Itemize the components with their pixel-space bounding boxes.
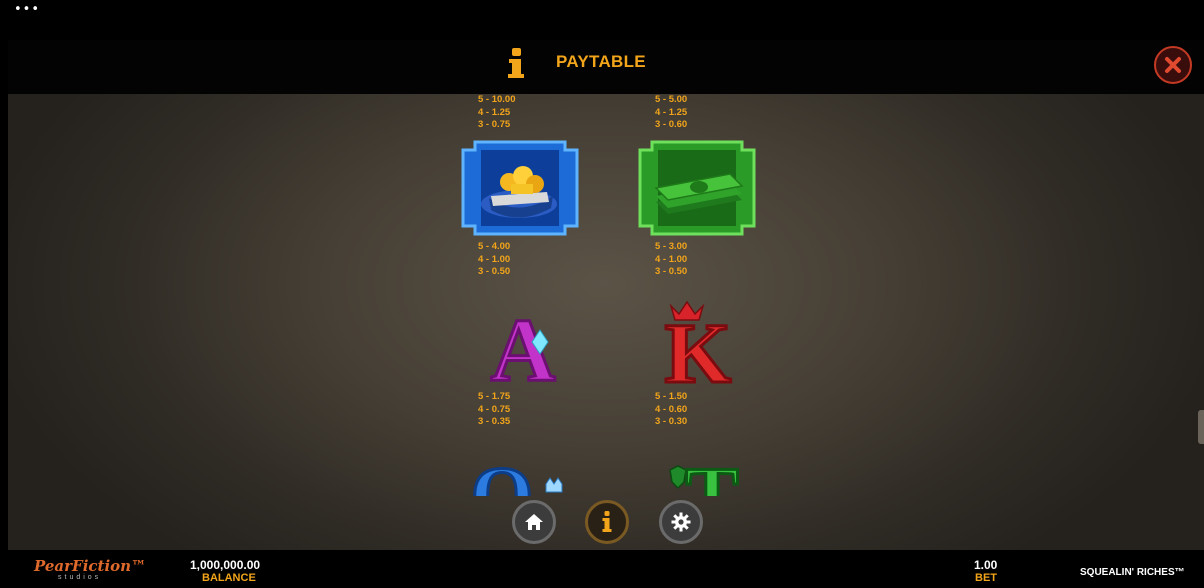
footer-bar [8,550,1204,588]
pay-line: 5 - 1.75 [478,391,511,402]
info-icon [508,48,524,78]
gear-icon [671,512,691,532]
page-title: PAYTABLE [556,52,646,71]
pay-line: 3 - 0.50 [655,266,688,277]
ace-symbol: A [489,300,557,388]
pay-line: 3 - 0.30 [655,416,688,427]
pay-line: 4 - 0.60 [655,403,688,415]
home-icon [525,514,543,530]
studio-logo: PearFiction™ [34,557,147,575]
queen-symbol: Q [470,451,563,496]
balance-value: 1,000,000.00 [190,558,261,572]
pay-line: 5 - 3.00 [655,241,688,252]
king-letter: K [665,305,732,388]
pay-line: 3 - 0.50 [478,266,511,277]
pays-king: 5 - 1.50 4 - 0.60 3 - 0.30 [655,391,687,429]
pays-cash-stack: 5 - 3.00 4 - 1.00 3 - 0.50 [655,241,687,279]
info-button[interactable] [585,500,629,544]
pay-line: 4 - 0.75 [478,403,511,415]
pay-line: 3 - 0.75 [478,119,511,130]
menu-dots[interactable]: ••• [14,2,40,17]
scrollbar-handle[interactable] [1198,410,1204,444]
pay-line: 4 - 1.00 [655,253,688,265]
close-icon [1165,57,1181,73]
pay-line: 5 - 1.50 [655,391,688,402]
pay-line: 4 - 1.00 [478,253,511,265]
pay-line: 4 - 1.25 [478,106,511,118]
bet-label: BET [975,572,997,584]
king-symbol: K [663,300,733,388]
game-title: SQUEALIN' RICHES™ [1080,567,1185,578]
ten-letter: T [685,452,738,496]
queen-letter: Q [471,452,533,496]
close-button[interactable] [1154,46,1192,84]
pay-line: 5 - 5.00 [655,94,688,105]
pay-line: 3 - 0.60 [655,119,688,130]
pays-gold-bag: 5 - 4.00 4 - 1.00 3 - 0.50 [478,241,510,279]
studio-logo-sub: studios [58,574,102,581]
home-button[interactable] [512,500,556,544]
balance-label: BALANCE [202,572,256,584]
settings-button[interactable] [659,500,703,544]
bet-value: 1.00 [974,558,998,572]
gold-bag-symbol [461,140,579,236]
pays-ace: 5 - 1.75 4 - 0.75 3 - 0.35 [478,391,510,429]
cash-stack-symbol [638,140,756,236]
ten-symbol: T [669,451,740,496]
pay-line: 3 - 0.35 [478,416,511,427]
pays-top-left: 5 - 10.00 4 - 1.25 3 - 0.75 [478,94,516,132]
paytable-scroll-area[interactable]: 5 - 10.00 4 - 1.25 3 - 0.75 5 - 5.00 4 -… [8,94,1204,550]
pays-top-right: 5 - 5.00 4 - 1.25 3 - 0.60 [655,94,687,132]
pay-line: 5 - 4.00 [478,241,511,252]
pay-line: 4 - 1.25 [655,106,688,118]
info-icon [602,511,612,532]
pay-line: 5 - 10.00 [478,94,516,105]
